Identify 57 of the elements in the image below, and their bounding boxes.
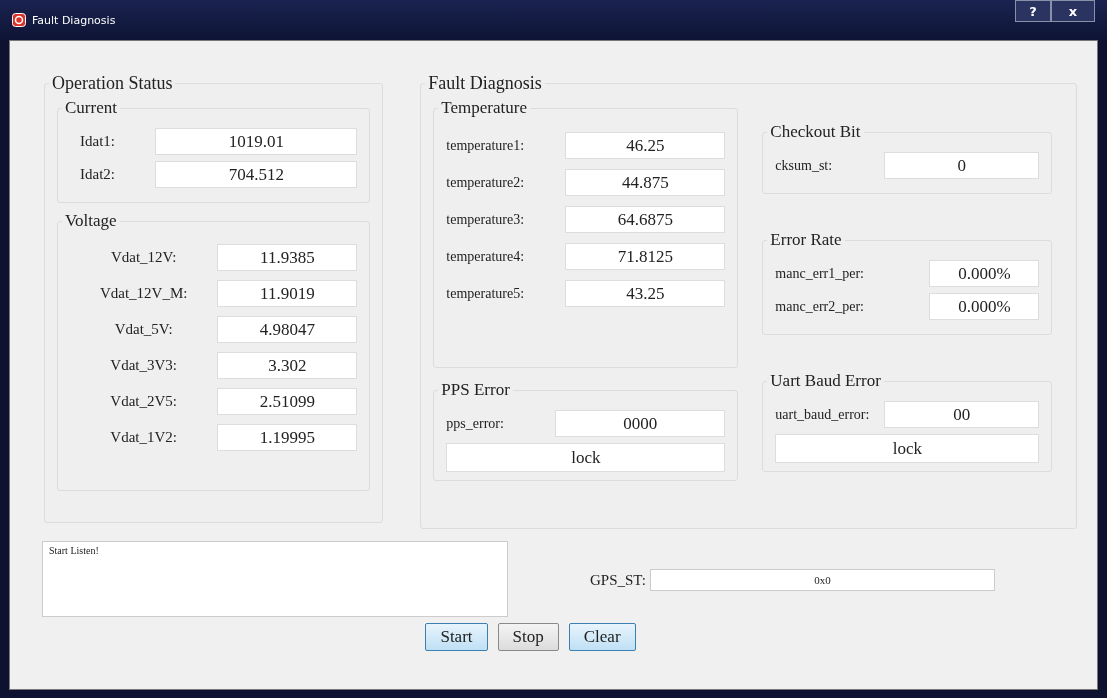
- value-field[interactable]: 00: [884, 401, 1040, 428]
- value-field[interactable]: 44.875: [565, 169, 726, 196]
- field-label: Vdat_12V_M:: [98, 285, 189, 302]
- field-label: uart_baud_error:: [775, 406, 871, 423]
- value-field[interactable]: 0: [884, 152, 1040, 179]
- log-area[interactable]: Start Listen!: [42, 541, 508, 617]
- group-title: Voltage: [64, 211, 118, 231]
- close-button[interactable]: x: [1051, 0, 1095, 22]
- field-label: Vdat_1V2:: [109, 429, 178, 446]
- group-title: Temperature: [440, 98, 528, 118]
- field-label: Idat2:: [79, 166, 116, 183]
- field-label: Vdat_2V5:: [109, 393, 178, 410]
- status-field: lock: [446, 443, 726, 472]
- value-field[interactable]: 2.51099: [217, 388, 358, 415]
- field-label: GPS_ST:: [590, 571, 646, 589]
- value-field[interactable]: 11.9019: [217, 280, 358, 307]
- push-button[interactable]: Start: [425, 623, 488, 651]
- field-label: Vdat_5V:: [113, 321, 174, 338]
- value-field[interactable]: 0.000%: [929, 260, 1040, 287]
- field-label: Vdat_3V3:: [109, 357, 178, 374]
- field-label: temperature2:: [446, 174, 526, 191]
- field-label: Vdat_12V:: [109, 249, 178, 266]
- group-title: Fault Diagnosis: [427, 73, 543, 94]
- group-title: Current: [64, 98, 118, 118]
- field-label: cksum_st:: [775, 157, 834, 174]
- field-label: manc_err1_per:: [775, 265, 865, 282]
- push-button[interactable]: Stop: [497, 623, 559, 651]
- help-button[interactable]: ?: [1015, 0, 1051, 22]
- field-label: pps_error:: [446, 415, 505, 432]
- value-field[interactable]: 46.25: [565, 132, 726, 159]
- value-field[interactable]: 4.98047: [217, 316, 358, 343]
- value-field[interactable]: 43.25: [565, 280, 726, 307]
- field-label: temperature5:: [446, 285, 526, 302]
- value-field[interactable]: 1019.01: [155, 128, 358, 155]
- value-field[interactable]: 0000: [555, 410, 726, 437]
- push-button[interactable]: Clear: [568, 623, 636, 651]
- group-title: Uart Baud Error: [769, 371, 882, 391]
- window-title: Fault Diagnosis: [32, 13, 116, 27]
- value-field[interactable]: 3.302: [217, 352, 358, 379]
- group-title: Error Rate: [769, 230, 843, 250]
- status-field: lock: [775, 434, 1040, 463]
- value-field[interactable]: 11.9385: [217, 244, 358, 271]
- value-field[interactable]: 1.19995: [217, 424, 358, 451]
- value-field[interactable]: 0.000%: [929, 293, 1040, 320]
- value-field[interactable]: 64.6875: [565, 206, 726, 233]
- value-field[interactable]: 71.8125: [565, 243, 726, 270]
- value-field[interactable]: 704.512: [155, 161, 358, 188]
- field-label: Idat1:: [79, 133, 116, 150]
- field-label: temperature3:: [446, 211, 526, 228]
- gps-field[interactable]: 0x0: [649, 569, 995, 591]
- field-label: temperature4:: [446, 248, 526, 265]
- field-label: temperature1:: [446, 137, 526, 154]
- group-title: PPS Error: [440, 380, 511, 400]
- field-label: manc_err2_per:: [775, 298, 865, 315]
- app-icon: [12, 13, 26, 27]
- group-title: Checkout Bit: [769, 122, 862, 142]
- group-title: Operation Status: [51, 73, 174, 94]
